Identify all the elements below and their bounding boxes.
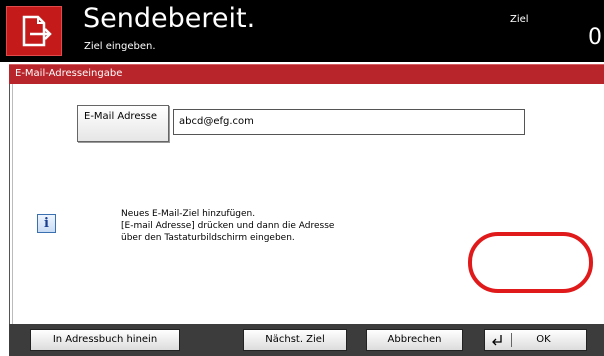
status-header: Sendebereit. Ziel eingeben. Ziel 0 [0, 0, 604, 62]
email-address-button[interactable]: E-Mail Adresse [77, 105, 169, 142]
dialog-title: E-Mail-Adresseingabe [15, 68, 123, 79]
destination-count: 0 [588, 25, 602, 50]
email-address-value: abcd@efg.com [179, 116, 254, 127]
next-destination-button[interactable]: Nächst. Ziel [243, 329, 347, 351]
info-line-1: Neues E-Mail-Ziel hinzufügen. [121, 209, 256, 219]
info-line-2: [E-mail Adresse] drücken und dann die Ad… [121, 221, 335, 231]
add-to-addressbook-button[interactable]: In Adressbuch hinein [30, 329, 180, 351]
dialog-frame-border [9, 84, 10, 330]
info-line-3: über den Tastaturbildschirm eingeben. [121, 233, 295, 243]
ok-button-label: OK [536, 334, 551, 345]
email-address-button-label: E-Mail Adresse [84, 111, 158, 122]
ok-button-highlight-ring [468, 232, 593, 293]
ok-button[interactable]: OK [484, 329, 587, 351]
page-title: Sendebereit. [83, 3, 256, 34]
dialog-frame-inner-border [12, 84, 13, 330]
destination-label: Ziel [510, 14, 529, 25]
cancel-button[interactable]: Abbrechen [366, 329, 463, 351]
info-icon: i [37, 214, 56, 233]
action-bar: In Adressbuch hinein Nächst. Ziel Abbrec… [9, 324, 604, 356]
info-icon-glyph: i [44, 216, 49, 231]
email-entry-dialog: E-Mail-Adresseingabe E-Mail Adresse abcd… [0, 62, 604, 356]
send-document-icon-graphic [22, 15, 52, 47]
send-document-icon [6, 6, 62, 56]
page-subtitle: Ziel eingeben. [84, 41, 156, 52]
email-address-field[interactable]: abcd@efg.com [173, 109, 525, 135]
info-message: Neues E-Mail-Ziel hinzufügen. [E-mail Ad… [121, 208, 334, 244]
dialog-titlebar: E-Mail-Adresseingabe [9, 64, 604, 84]
